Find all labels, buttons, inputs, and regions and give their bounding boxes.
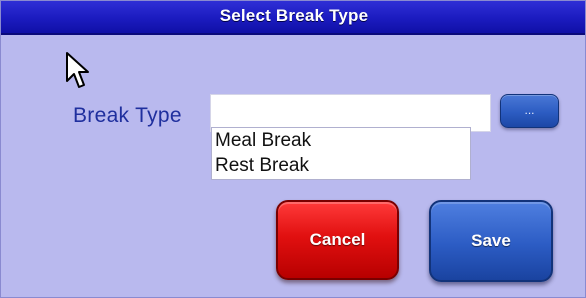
break-type-dropdown: Meal Break Rest Break (211, 127, 471, 180)
browse-button[interactable]: ... (500, 94, 559, 128)
dropdown-option-rest-break[interactable]: Rest Break (212, 153, 470, 178)
save-button[interactable]: Save (429, 200, 553, 282)
cancel-button[interactable]: Cancel (276, 200, 399, 280)
select-break-type-dialog: Select Break Type Break Type ... Meal Br… (0, 0, 586, 298)
pointer-cursor-icon (66, 52, 89, 88)
dialog-titlebar: Select Break Type (1, 1, 585, 35)
break-type-label: Break Type (73, 104, 182, 127)
dropdown-option-meal-break[interactable]: Meal Break (212, 128, 470, 153)
dialog-title: Select Break Type (219, 6, 369, 25)
